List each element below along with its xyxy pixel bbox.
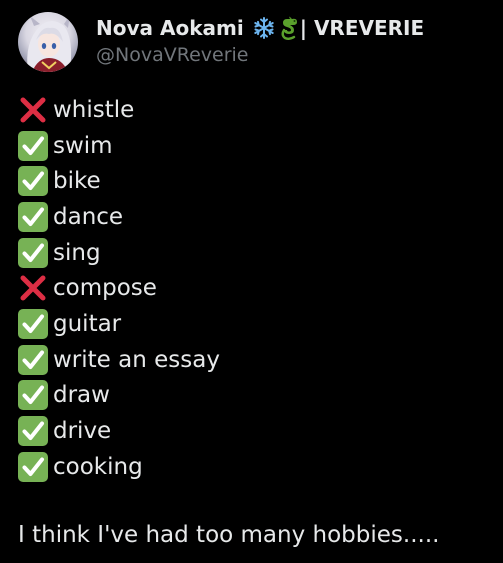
list-item-text: compose [53,275,157,302]
list-item: drive [18,413,220,449]
post-header: Nova Aokami | VREVERIE @NovaVReverie [18,10,424,74]
check-icon [18,130,48,161]
list-item: sing [18,235,220,271]
check-icon [18,380,48,411]
hobby-list: whistle swim bike dance sing compose guitar wri… [18,92,220,485]
list-item-text: dance [53,203,124,230]
avatar-image [27,15,72,72]
list-item: swim [18,128,220,164]
check-icon [18,344,48,375]
list-item: bike [18,163,220,199]
check-icon [18,201,48,232]
check-icon [18,416,48,447]
list-item-text: sing [53,239,101,266]
list-item: guitar [18,306,220,342]
list-item-text: draw [53,382,110,409]
cross-icon [18,95,48,125]
display-name-row[interactable]: Nova Aokami | VREVERIE [96,14,424,42]
list-item: draw [18,378,220,414]
post: Nova Aokami | VREVERIE @NovaVReverie whi… [0,0,503,563]
check-icon [18,308,48,339]
check-icon [18,166,48,197]
list-item: write an essay [18,342,220,378]
list-item: cooking [18,449,220,485]
dragon-icon [278,16,300,40]
list-item-text: cooking [53,453,143,480]
list-item-text: drive [53,418,112,445]
list-item: whistle [18,92,220,128]
check-icon [18,451,48,482]
list-item-text: swim [53,132,113,159]
snowflake-icon [252,16,276,40]
list-item: compose [18,270,220,306]
display-name[interactable]: Nova Aokami [96,16,244,40]
check-icon [18,237,48,268]
list-item-text: write an essay [53,346,220,373]
user-handle[interactable]: @NovaVReverie [96,44,424,70]
post-footer-text: I think I've had too many hobbies..... [18,522,440,548]
list-item: dance [18,199,220,235]
display-name-suffix[interactable]: | VREVERIE [300,16,424,40]
user-names: Nova Aokami | VREVERIE @NovaVReverie [96,14,424,70]
avatar[interactable] [18,12,78,72]
list-item-text: whistle [53,96,135,123]
list-item-text: guitar [53,310,122,337]
list-item-text: bike [53,168,101,195]
cross-icon [18,273,48,303]
